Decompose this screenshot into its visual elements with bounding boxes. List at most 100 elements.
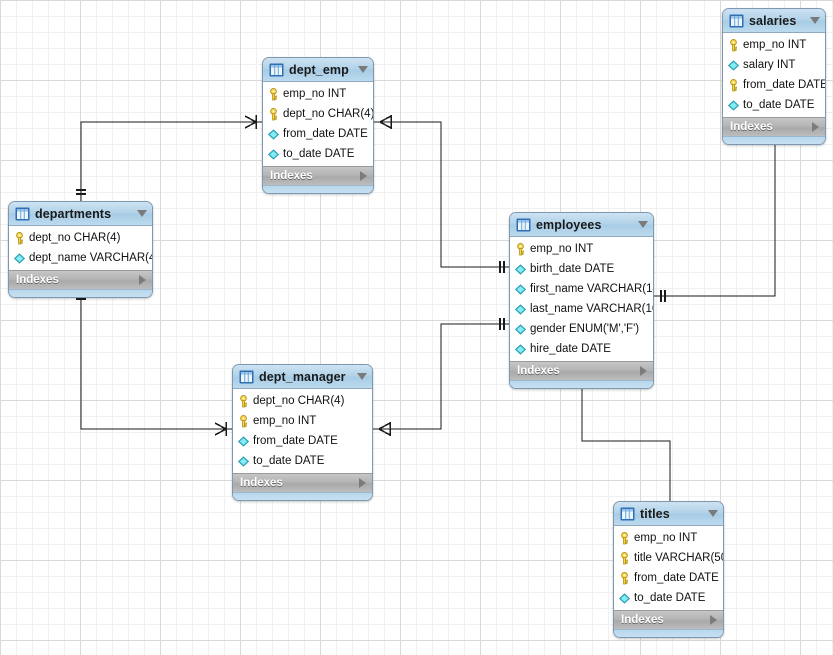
column-list: emp_no INT dept_no CHAR(4) from_date DAT…	[263, 82, 373, 166]
table-footer	[233, 492, 372, 500]
chevron-down-icon[interactable]	[638, 221, 648, 228]
table-name: titles	[640, 507, 670, 521]
connector-employees-salaries	[654, 134, 782, 302]
table-header[interactable]: dept_emp	[263, 58, 373, 82]
chevron-right-icon[interactable]	[139, 275, 146, 285]
table-name: dept_manager	[259, 370, 346, 384]
diamond-icon	[13, 252, 26, 265]
chevron-right-icon[interactable]	[812, 122, 819, 132]
diamond-icon	[514, 323, 527, 336]
column-from_date[interactable]: from_date DATE	[263, 124, 373, 144]
chevron-right-icon[interactable]	[640, 366, 647, 376]
column-list: emp_no INT salary INT from_date DATE to_…	[723, 33, 825, 117]
column-label: emp_no INT	[253, 415, 316, 427]
column-label: from_date DATE	[743, 79, 826, 91]
er-diagram-canvas[interactable]: salaries emp_no INT salary INT from_	[0, 0, 833, 655]
indexes-label: Indexes	[270, 170, 313, 182]
indexes-label: Indexes	[16, 274, 59, 286]
diamond-icon	[267, 128, 280, 141]
key-icon	[618, 552, 631, 565]
connector-dept_emp-employees	[374, 115, 509, 273]
column-dept_no[interactable]: dept_no CHAR(4)	[9, 228, 152, 248]
indexes-section[interactable]: Indexes	[9, 270, 152, 289]
table-departments[interactable]: departments dept_no CHAR(4) dept_name VA…	[8, 201, 153, 298]
column-dept_no[interactable]: dept_no CHAR(4)	[233, 391, 372, 411]
indexes-section[interactable]: Indexes	[510, 361, 653, 380]
column-to_date[interactable]: to_date DATE	[263, 144, 373, 164]
table-header[interactable]: departments	[9, 202, 152, 226]
table-dept_emp[interactable]: dept_emp emp_no INT dept_no CHAR(4)	[262, 57, 374, 194]
column-gender[interactable]: gender ENUM('M','F')	[510, 319, 653, 339]
indexes-section[interactable]: Indexes	[614, 610, 723, 629]
table-dept_manager[interactable]: dept_manager dept_no CHAR(4) emp_no INT	[232, 364, 373, 501]
table-header[interactable]: employees	[510, 213, 653, 237]
indexes-section[interactable]: Indexes	[723, 117, 825, 136]
table-header[interactable]: dept_manager	[233, 365, 372, 389]
key-icon	[237, 415, 250, 428]
indexes-section[interactable]: Indexes	[233, 473, 372, 492]
connector-departments-dept_emp	[76, 115, 262, 201]
column-label: to_date DATE	[634, 592, 705, 604]
column-label: emp_no INT	[743, 39, 806, 51]
column-to_date[interactable]: to_date DATE	[723, 95, 825, 115]
column-label: title VARCHAR(50)	[634, 552, 724, 564]
column-title[interactable]: title VARCHAR(50)	[614, 548, 723, 568]
chevron-right-icon[interactable]	[710, 615, 717, 625]
table-name: employees	[536, 218, 602, 232]
key-icon	[13, 232, 26, 245]
column-label: from_date DATE	[634, 572, 719, 584]
table-header[interactable]: titles	[614, 502, 723, 526]
chevron-down-icon[interactable]	[137, 210, 147, 217]
column-list: emp_no INT birth_date DATE first_name VA…	[510, 237, 653, 361]
column-birth_date[interactable]: birth_date DATE	[510, 259, 653, 279]
column-to_date[interactable]: to_date DATE	[233, 451, 372, 471]
chevron-right-icon[interactable]	[360, 171, 367, 181]
column-label: hire_date DATE	[530, 343, 611, 355]
chevron-down-icon[interactable]	[358, 66, 368, 73]
table-footer	[614, 629, 723, 637]
connector-dept_manager-employees	[373, 318, 509, 436]
table-salaries[interactable]: salaries emp_no INT salary INT from_	[722, 8, 826, 145]
indexes-section[interactable]: Indexes	[263, 166, 373, 185]
diamond-icon	[267, 148, 280, 161]
column-hire_date[interactable]: hire_date DATE	[510, 339, 653, 359]
column-emp_no[interactable]: emp_no INT	[723, 35, 825, 55]
connector-employees-titles	[576, 368, 677, 513]
column-label: dept_no CHAR(4)	[29, 232, 120, 244]
table-employees[interactable]: employees emp_no INT birth_date DATE fir…	[509, 212, 654, 389]
column-dept_name[interactable]: dept_name VARCHAR(40)	[9, 248, 152, 268]
table-icon	[15, 207, 30, 221]
column-label: to_date DATE	[253, 455, 324, 467]
table-titles[interactable]: titles emp_no INT title VARCHAR(50)	[613, 501, 724, 638]
column-last_name[interactable]: last_name VARCHAR(16)	[510, 299, 653, 319]
column-emp_no[interactable]: emp_no INT	[614, 528, 723, 548]
column-emp_no[interactable]: emp_no INT	[510, 239, 653, 259]
column-emp_no[interactable]: emp_no INT	[233, 411, 372, 431]
column-from_date[interactable]: from_date DATE	[233, 431, 372, 451]
chevron-down-icon[interactable]	[708, 510, 718, 517]
chevron-down-icon[interactable]	[357, 373, 367, 380]
column-list: dept_no CHAR(4) emp_no INT from_date DAT…	[233, 389, 372, 473]
column-label: from_date DATE	[253, 435, 338, 447]
chevron-down-icon[interactable]	[810, 17, 820, 24]
column-to_date[interactable]: to_date DATE	[614, 588, 723, 608]
column-emp_no[interactable]: emp_no INT	[263, 84, 373, 104]
column-salary[interactable]: salary INT	[723, 55, 825, 75]
column-label: dept_no CHAR(4)	[253, 395, 344, 407]
column-first_name[interactable]: first_name VARCHAR(14)	[510, 279, 653, 299]
column-label: emp_no INT	[634, 532, 697, 544]
column-from_date[interactable]: from_date DATE	[723, 75, 825, 95]
indexes-label: Indexes	[240, 477, 283, 489]
key-icon	[237, 395, 250, 408]
column-label: last_name VARCHAR(16)	[530, 303, 654, 315]
table-footer	[510, 380, 653, 388]
table-footer	[9, 289, 152, 297]
column-from_date[interactable]: from_date DATE	[614, 568, 723, 588]
diamond-icon	[514, 263, 527, 276]
column-dept_no[interactable]: dept_no CHAR(4)	[263, 104, 373, 124]
indexes-label: Indexes	[621, 614, 664, 626]
column-list: emp_no INT title VARCHAR(50) from_date D…	[614, 526, 723, 610]
column-label: from_date DATE	[283, 128, 368, 140]
table-header[interactable]: salaries	[723, 9, 825, 33]
chevron-right-icon[interactable]	[359, 478, 366, 488]
